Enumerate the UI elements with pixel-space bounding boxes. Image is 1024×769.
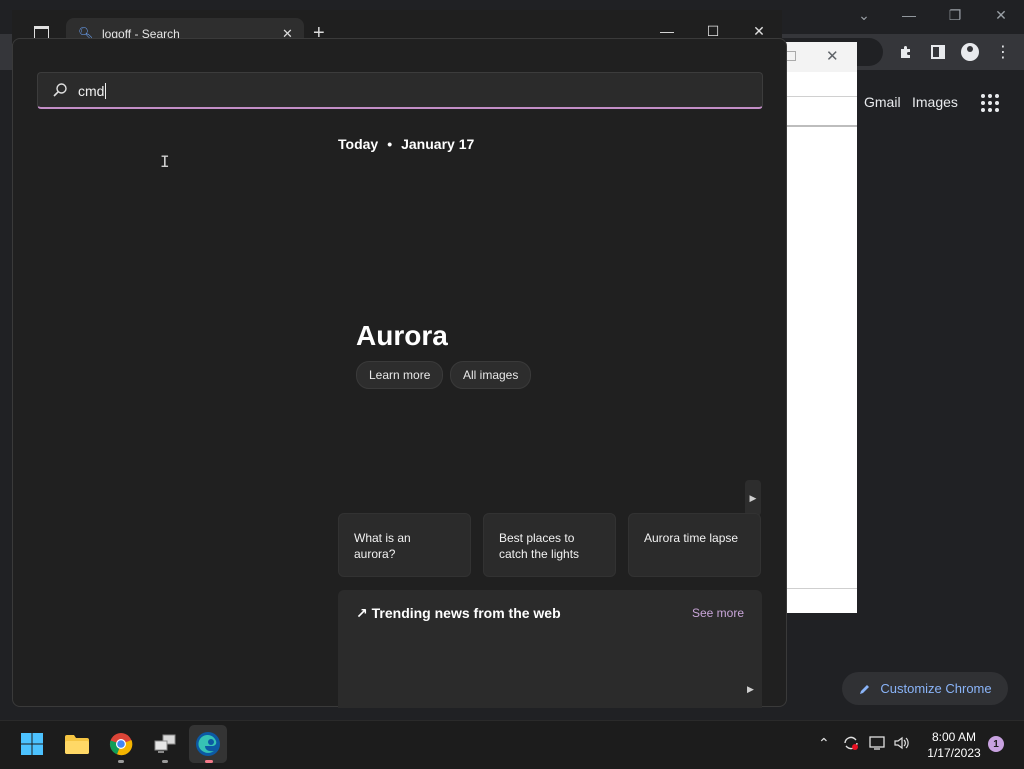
search-query-text: cmd	[78, 83, 105, 99]
background-dialog	[781, 42, 857, 613]
restore-icon[interactable]: ❐	[940, 4, 970, 26]
all-images-button[interactable]: All images	[450, 361, 532, 389]
text-cursor-icon: I	[160, 152, 170, 171]
hero-title: Aurora	[356, 320, 448, 351]
pencil-icon	[860, 684, 870, 694]
trending-title-text: Trending news from the web	[371, 605, 561, 621]
start-button[interactable]	[13, 725, 51, 763]
windows-logo-icon	[21, 733, 43, 755]
more-menu-icon[interactable]: ⋮	[991, 40, 1015, 64]
customize-chrome-button[interactable]: Customize Chrome	[842, 672, 1008, 705]
suggestion-card[interactable]: Aurora time lapse	[628, 513, 761, 577]
search-icon	[53, 83, 67, 97]
active-indicator	[205, 760, 213, 763]
trending-arrow-icon: ↗	[356, 605, 368, 621]
divider	[781, 96, 857, 97]
network-app-button[interactable]	[146, 725, 184, 763]
sync-icon[interactable]	[842, 735, 860, 754]
close-icon[interactable]: ✕	[826, 47, 839, 65]
see-more-link[interactable]: See more	[692, 606, 744, 620]
date-label: January 17	[401, 136, 475, 152]
play-arrow-icon: ▶	[749, 492, 757, 503]
suggestion-text: catch the lights	[499, 547, 580, 561]
volume-icon[interactable]	[893, 735, 911, 754]
extensions-icon[interactable]	[894, 40, 918, 64]
running-indicator	[118, 760, 124, 763]
divider	[781, 588, 857, 589]
chrome-logo-icon	[109, 733, 133, 756]
clock[interactable]: 8:00 AM 1/17/2023	[912, 729, 996, 761]
suggestion-card[interactable]: Best places to catch the lights	[483, 513, 616, 577]
close-icon[interactable]: ✕	[986, 4, 1016, 26]
trending-next-icon[interactable]: ▶	[747, 684, 754, 695]
divider	[781, 125, 857, 127]
network-icon[interactable]	[869, 735, 887, 754]
folder-icon	[65, 735, 89, 754]
today-label: Today	[338, 136, 379, 152]
learn-more-button[interactable]: Learn more	[356, 361, 444, 389]
gmail-link[interactable]: Gmail	[864, 94, 901, 110]
chevron-down-icon[interactable]: ⌄	[849, 4, 879, 26]
apps-grid-icon[interactable]	[981, 94, 999, 112]
notification-badge[interactable]: 1	[988, 736, 1004, 752]
minimize-icon[interactable]: —	[894, 4, 924, 26]
images-link[interactable]: Images	[912, 94, 958, 110]
maximize-icon	[786, 51, 796, 61]
clock-time: 8:00 AM	[931, 730, 977, 744]
edge-logo-icon	[196, 732, 220, 756]
suggestion-text: Aurora time lapse	[644, 531, 739, 545]
computers-icon	[154, 734, 176, 753]
clock-date: 1/17/2023	[927, 746, 981, 760]
today-header: Today • January 17	[338, 136, 474, 152]
show-hidden-icons-icon[interactable]: ⌃	[818, 735, 830, 752]
file-explorer-button[interactable]	[58, 725, 96, 763]
suggestion-text: Best places to	[499, 531, 575, 545]
search-query[interactable]: cmd	[78, 83, 107, 99]
separator-dot: •	[387, 136, 393, 152]
profile-icon[interactable]	[958, 40, 982, 64]
suggestion-text: What is an aurora?	[354, 531, 411, 561]
carousel-next-button[interactable]: ▶	[745, 480, 761, 516]
trending-title: ↗ Trending news from the web	[356, 605, 561, 622]
side-panel-icon[interactable]	[926, 40, 950, 64]
running-indicator	[162, 760, 168, 763]
edge-taskbar-button[interactable]	[189, 725, 227, 763]
suggestion-card[interactable]: What is an aurora?	[338, 513, 471, 577]
search-input[interactable]	[37, 72, 763, 109]
text-caret	[105, 83, 107, 99]
chrome-taskbar-button[interactable]	[102, 725, 140, 763]
customize-chrome-label: Customize Chrome	[880, 681, 992, 696]
